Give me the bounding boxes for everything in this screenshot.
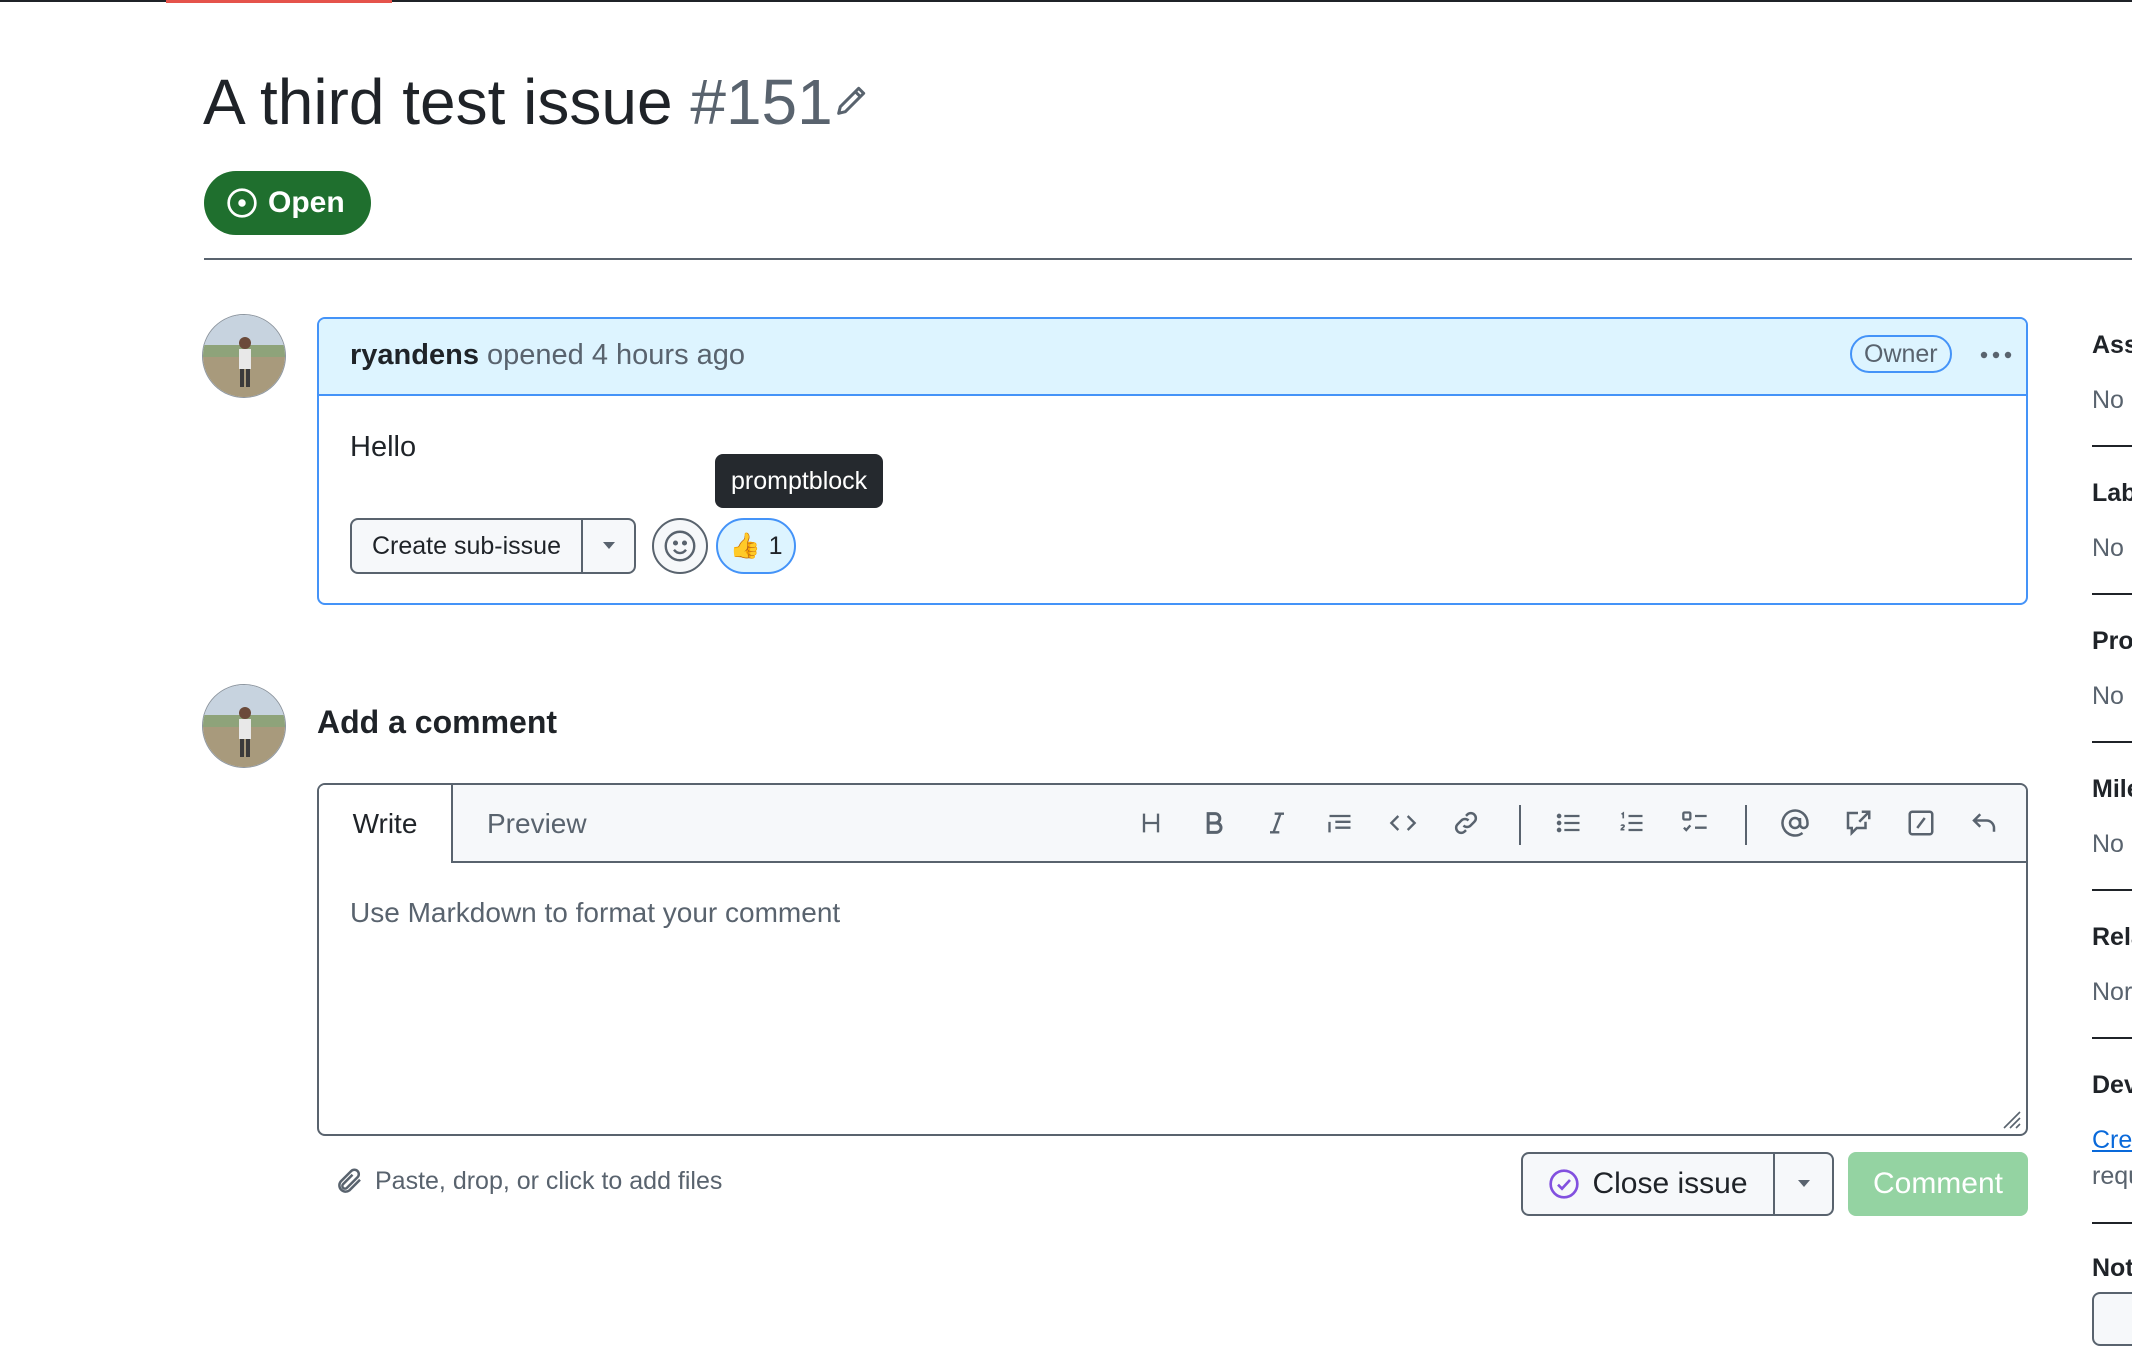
issue-title-text: A third test issue: [203, 66, 673, 138]
create-sub-issue-button[interactable]: Create sub-issue: [352, 520, 583, 572]
comment-timestamp[interactable]: opened 4 hours ago: [487, 339, 745, 371]
sidebar-divider: [2092, 889, 2132, 891]
file-attachment-area[interactable]: Paste, drop, or click to add files: [335, 1166, 722, 1196]
comment-button[interactable]: Comment: [1848, 1152, 2028, 1216]
owner-badge: Owner: [1850, 335, 1952, 373]
sidebar-assignees-value: No: [2092, 386, 2124, 414]
avatar[interactable]: [202, 314, 286, 398]
issue-comment: ryandens opened 4 hours ago Owner Hello …: [317, 317, 2028, 605]
mention-icon[interactable]: [1775, 803, 1815, 843]
header-divider: [204, 258, 2132, 260]
sidebar-divider: [2092, 1222, 2132, 1224]
active-tab-indicator: [166, 0, 392, 3]
link-icon[interactable]: [1446, 803, 1486, 843]
unordered-list-icon[interactable]: [1549, 803, 1589, 843]
comment-header: ryandens opened 4 hours ago Owner: [319, 319, 2026, 396]
sidebar-divider: [2092, 445, 2132, 447]
sidebar-projects-value: No: [2092, 682, 2124, 710]
issue-opened-icon: [227, 188, 257, 218]
avatar: [202, 684, 286, 768]
comment-author-line: ryandens opened 4 hours ago: [350, 339, 745, 372]
comment-editor: Write Preview Use Markdown to format you…: [317, 783, 2028, 1136]
issue-state-label: Open: [268, 186, 345, 219]
sidebar-create-branch-link[interactable]: Cre: [2092, 1126, 2132, 1155]
sidebar-divider: [2092, 593, 2132, 595]
thumbs-up-icon: 👍: [729, 531, 761, 560]
task-list-icon[interactable]: [1675, 803, 1715, 843]
author-link[interactable]: ryandens: [350, 339, 479, 371]
sidebar-projects-label[interactable]: Pro: [2092, 627, 2132, 656]
sidebar-development-label[interactable]: Dev: [2092, 1071, 2132, 1100]
sidebar-milestone-value: No: [2092, 830, 2124, 858]
sidebar-assignees-label[interactable]: Ass: [2092, 331, 2132, 360]
more-options-icon[interactable]: [1974, 333, 2018, 377]
bold-icon[interactable]: [1194, 803, 1234, 843]
sidebar-notifications-label: Not: [2092, 1254, 2132, 1282]
resize-handle-icon[interactable]: [1998, 1106, 2022, 1130]
sidebar-milestone-label[interactable]: Mile: [2092, 775, 2132, 804]
paperclip-icon: [338, 1168, 361, 1193]
close-issue-button[interactable]: Close issue: [1523, 1154, 1775, 1214]
sidebar-labels-value: No: [2092, 534, 2124, 562]
sidebar-divider: [2092, 741, 2132, 743]
smiley-icon: [664, 530, 696, 562]
slash-command-icon[interactable]: [1901, 803, 1941, 843]
subscribe-button[interactable]: [2092, 1292, 2132, 1346]
attach-hint: Paste, drop, or click to add files: [375, 1166, 723, 1195]
add-reaction-button[interactable]: [652, 518, 708, 574]
reaction-tooltip: promptblock: [715, 454, 884, 508]
close-issue-dropdown[interactable]: [1775, 1154, 1832, 1214]
comment-body: Hello: [350, 431, 417, 463]
reference-icon[interactable]: [1838, 803, 1878, 843]
tab-write[interactable]: Write: [319, 785, 453, 863]
create-sub-issue-dropdown[interactable]: [583, 520, 634, 572]
add-comment-heading: Add a comment: [317, 704, 558, 740]
sidebar-labels-label[interactable]: Lab: [2092, 479, 2132, 508]
close-issue-label: Close issue: [1592, 1167, 1748, 1200]
issue-title: A third test issue #151: [203, 62, 833, 142]
comment-textarea[interactable]: Use Markdown to format your comment: [350, 897, 840, 929]
caret-down-icon: [602, 542, 615, 549]
sidebar-divider: [2092, 1037, 2132, 1039]
editor-toolbar: Write Preview: [319, 785, 2026, 863]
issue-number: #151: [690, 66, 833, 138]
create-sub-issue-split-button: Create sub-issue: [350, 518, 636, 574]
undo-icon[interactable]: [1964, 803, 2004, 843]
ordered-list-icon[interactable]: [1612, 803, 1652, 843]
pencil-icon[interactable]: [832, 80, 872, 120]
reaction-count: 1: [768, 531, 783, 560]
italic-icon[interactable]: [1257, 803, 1297, 843]
caret-down-icon: [1797, 1180, 1810, 1187]
close-issue-split-button: Close issue: [1521, 1152, 1834, 1216]
sidebar-development-value: requ: [2092, 1162, 2132, 1190]
tab-preview[interactable]: Preview: [487, 785, 587, 863]
thumbs-up-reaction[interactable]: 👍 1: [716, 518, 796, 574]
check-circle-icon: [1549, 1169, 1580, 1199]
toolbar-divider: [1519, 805, 1521, 845]
issue-state-badge: Open: [204, 171, 371, 235]
quote-icon[interactable]: [1320, 803, 1360, 843]
toolbar-divider: [1745, 805, 1747, 845]
code-icon[interactable]: [1383, 803, 1423, 843]
sidebar-relationships-value: Nor: [2092, 978, 2132, 1006]
heading-icon[interactable]: [1131, 803, 1171, 843]
sidebar-relationships-label[interactable]: Rela: [2092, 923, 2132, 952]
